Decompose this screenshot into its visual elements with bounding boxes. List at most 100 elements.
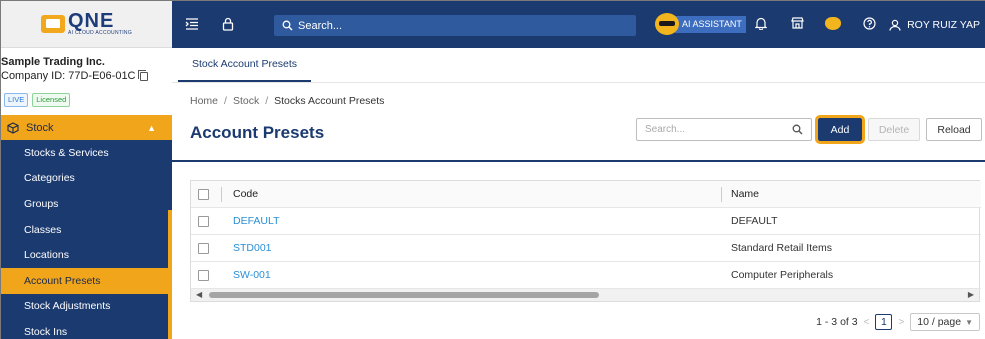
user-name: ROY RUIZ YAP <box>907 18 980 31</box>
breadcrumb-home[interactable]: Home <box>190 95 218 107</box>
sidebar-item-label: Locations <box>24 249 69 262</box>
column-separator[interactable] <box>721 187 722 202</box>
sidebar-item-classes[interactable]: Classes <box>1 217 172 243</box>
scrollbar-thumb[interactable] <box>209 292 599 298</box>
table-header: Code Name <box>191 181 981 208</box>
sidebar-item-stock-ins[interactable]: Stock Ins <box>1 319 172 339</box>
page-title: Account Presets <box>190 123 325 142</box>
sidebar-item-locations[interactable]: Locations <box>1 242 172 268</box>
pagination-range: 1 - 3 of 3 <box>816 316 858 328</box>
global-search-placeholder: Search... <box>298 19 343 32</box>
sidebar-item-stocks-services[interactable]: Stocks & Services <box>1 140 172 166</box>
row-name: Computer Peripherals <box>731 269 834 281</box>
chevron-down-icon: ▼ <box>965 317 973 327</box>
bell-icon[interactable] <box>743 17 779 33</box>
logo-tagline: AI CLOUD ACCOUNTING <box>67 30 133 36</box>
company-id-text: Company ID: 77D-E06-01C <box>1 70 136 82</box>
search-icon[interactable] <box>792 124 803 135</box>
help-icon[interactable] <box>851 16 887 33</box>
qne-logo[interactable]: QNE AI CLOUD ACCOUNTING <box>40 10 133 36</box>
column-separator <box>221 187 222 202</box>
mascot-face-icon <box>825 16 842 30</box>
page-number-button[interactable]: 1 <box>875 314 893 330</box>
monitor-logo-icon <box>40 15 65 33</box>
row-checkbox[interactable] <box>198 269 209 281</box>
ai-assistant-button[interactable]: AI ASSISTANT <box>655 13 746 35</box>
sidebar-item-label: Stocks & Services <box>24 146 109 159</box>
row-code-link[interactable]: DEFAULT <box>233 215 279 227</box>
top-bar: Search... AI ASSISTANT ROY RUIZ YAP <box>172 1 985 48</box>
horizontal-scrollbar[interactable]: ◀ ▶ <box>191 289 979 301</box>
search-icon <box>282 20 293 31</box>
sidebar-item-label: Classes <box>24 223 62 236</box>
search-placeholder: Search... <box>645 124 686 135</box>
breadcrumb-stock[interactable]: Stock <box>233 95 259 107</box>
row-checkbox[interactable] <box>198 215 209 227</box>
delete-button[interactable]: Delete <box>868 118 920 141</box>
user-icon <box>889 19 901 31</box>
user-menu[interactable]: ROY RUIZ YAP <box>887 19 985 31</box>
cube-icon <box>7 121 19 134</box>
ai-assistant-label: AI ASSISTANT <box>675 15 746 33</box>
licensed-badge: Licensed <box>32 93 71 107</box>
table-row[interactable]: SW-001 Computer Peripherals <box>191 262 981 289</box>
sidebar-item-label: Account Presets <box>24 274 101 287</box>
row-checkbox[interactable] <box>198 242 209 254</box>
sidebar-nav: Stock ▲ Stocks & Services Categories Gro… <box>1 115 172 339</box>
copy-icon[interactable] <box>137 70 148 81</box>
global-search-input[interactable]: Search... <box>274 15 636 36</box>
sidebar-group-label: Stock <box>26 121 54 134</box>
company-info: Sample Trading Inc. Company ID: 77D-E06-… <box>1 48 172 84</box>
sidebar-item-groups[interactable]: Groups <box>1 191 172 217</box>
company-id: Company ID: 77D-E06-01C <box>1 69 172 84</box>
table-row[interactable]: DEFAULT DEFAULT <box>191 208 981 235</box>
header-divider <box>172 160 985 162</box>
ai-mascot-icon <box>655 13 679 35</box>
scroll-right-icon[interactable]: ▶ <box>968 290 974 299</box>
main-content: Home / Stock / Stocks Account Presets Accoun… <box>172 83 985 339</box>
sidebar-item-label: Categories <box>24 172 75 185</box>
scroll-left-icon[interactable]: ◀ <box>196 290 202 299</box>
sidebar-item-label: Groups <box>24 197 59 210</box>
page-size-value: 10 / page <box>917 316 962 328</box>
pagination: 1 - 3 of 3 < 1 > 10 / page ▼ <box>816 313 980 331</box>
select-all-checkbox[interactable] <box>198 188 209 200</box>
add-button[interactable]: Add <box>815 115 865 144</box>
search-input[interactable]: Search... <box>636 118 812 141</box>
column-header-name[interactable]: Name <box>731 188 759 200</box>
column-header-code[interactable]: Code <box>233 188 258 200</box>
breadcrumb: Home / Stock / Stocks Account Presets <box>190 95 385 107</box>
row-code-link[interactable]: STD001 <box>233 242 272 254</box>
store-icon[interactable] <box>779 17 815 32</box>
logo-area[interactable]: QNE AI CLOUD ACCOUNTING <box>1 1 172 48</box>
reload-button[interactable]: Reload <box>926 118 982 141</box>
sidebar-item-label: Stock Adjustments <box>24 300 111 313</box>
sidebar-item-label: Stock Ins <box>24 325 68 338</box>
presets-table: Code Name DEFAULT DEFAULT STD001 Standar… <box>190 180 981 302</box>
lock-icon[interactable] <box>222 17 234 31</box>
tab-bar: Stock Account Presets <box>172 48 985 83</box>
next-page-icon[interactable]: > <box>898 317 904 328</box>
row-code-link[interactable]: SW-001 <box>233 269 271 281</box>
sidebar: QNE AI CLOUD ACCOUNTING Sample Trading I… <box>1 1 172 339</box>
tab-stock-account-presets[interactable]: Stock Account Presets <box>178 48 312 82</box>
menu-collapse-icon[interactable] <box>185 18 199 30</box>
page-size-select[interactable]: 10 / page ▼ <box>910 313 980 331</box>
sidebar-group-stock[interactable]: Stock ▲ <box>1 115 172 140</box>
sidebar-item-account-presets[interactable]: Account Presets <box>1 267 168 294</box>
mascot-icon[interactable] <box>815 16 851 33</box>
live-badge: LIVE <box>4 93 29 107</box>
table-row[interactable]: STD001 Standard Retail Items <box>191 235 981 262</box>
company-name: Sample Trading Inc. <box>1 56 105 68</box>
sidebar-item-categories[interactable]: Categories <box>1 166 172 192</box>
tab-label: Stock Account Presets <box>192 58 298 70</box>
topbar-actions: ROY RUIZ YAP <box>743 1 985 48</box>
status-badges: LIVE Licensed <box>1 84 172 107</box>
logo-name: QNE <box>67 10 115 32</box>
row-name: Standard Retail Items <box>731 242 832 254</box>
row-name: DEFAULT <box>731 215 778 227</box>
sidebar-item-stock-adjustments[interactable]: Stock Adjustments <box>1 294 172 320</box>
prev-page-icon[interactable]: < <box>864 317 870 328</box>
chevron-up-icon[interactable]: ▲ <box>147 123 156 133</box>
breadcrumb-current: Stocks Account Presets <box>274 95 385 107</box>
